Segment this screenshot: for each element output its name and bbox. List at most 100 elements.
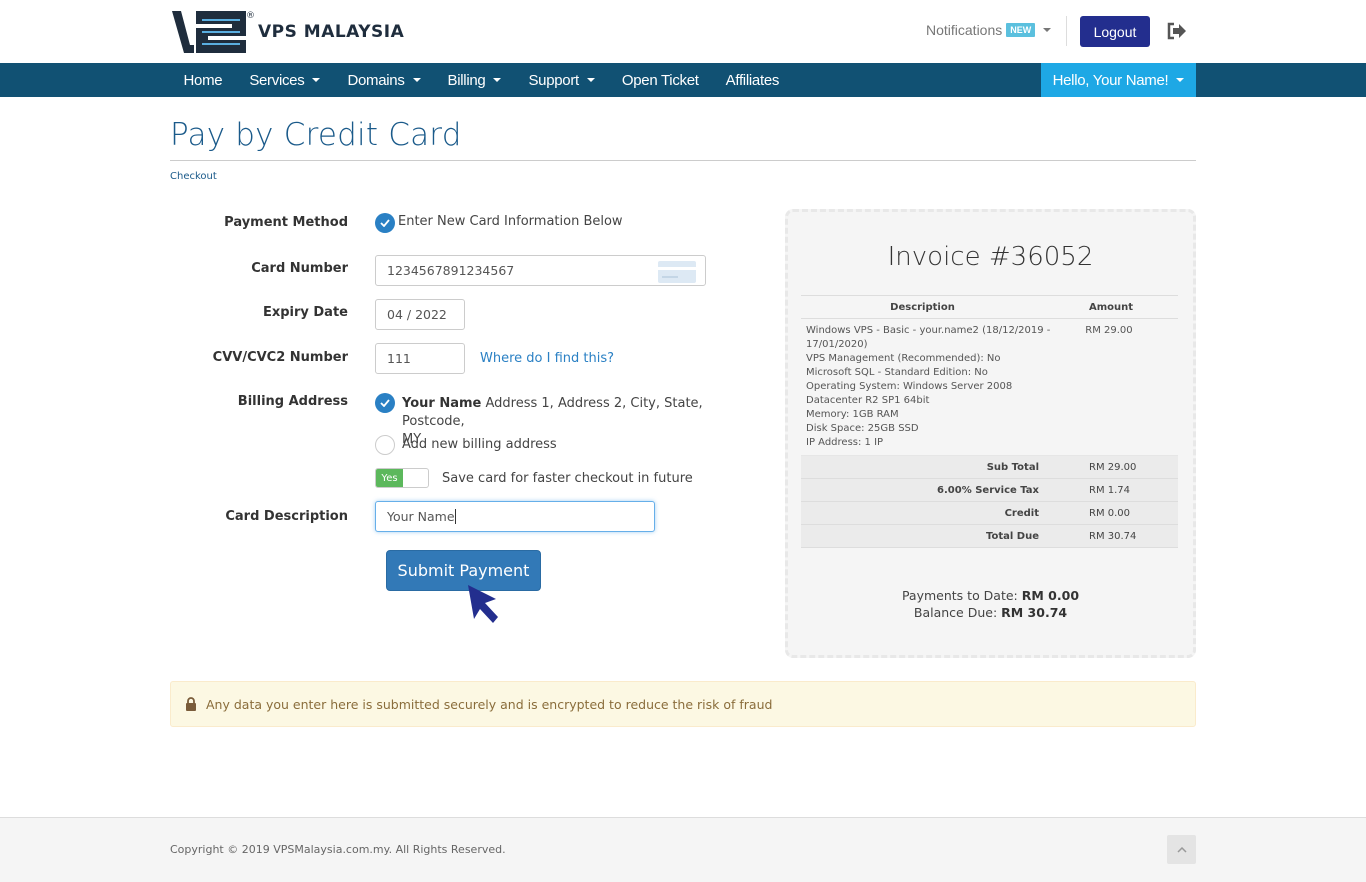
- total-label: 6.00% Service Tax: [937, 484, 1039, 496]
- expiry-date-input[interactable]: 04 / 2022: [375, 299, 465, 330]
- expiry-date-label: Expiry Date: [262, 305, 348, 320]
- logout-button[interactable]: Logout: [1080, 16, 1150, 47]
- credit-card-icon: [658, 261, 696, 283]
- invoice-total-row: Credit RM 0.00: [801, 502, 1178, 525]
- nav-menu: Home Services Domains Billing Support Open Ti…: [170, 63, 793, 97]
- chevron-up-icon: [1176, 846, 1187, 853]
- toggle-on-label: Yes: [376, 469, 403, 487]
- billing-address-label: Billing Address: [237, 394, 348, 409]
- column-description: Description: [890, 301, 955, 313]
- chevron-down-icon: [1176, 78, 1185, 82]
- column-amount: Amount: [1088, 301, 1134, 313]
- billing-new-option: Add new billing address: [402, 437, 557, 452]
- check-icon: [380, 219, 390, 227]
- billing-address-radio-existing[interactable]: [375, 393, 395, 413]
- main-navbar: Home Services Domains Billing Support Open Ti…: [0, 63, 1366, 97]
- chevron-down-icon: [493, 78, 502, 82]
- payment-method-radio[interactable]: [375, 213, 395, 233]
- lock-icon: [186, 697, 196, 711]
- payment-method-label: Payment Method: [224, 215, 348, 230]
- nav-item-affiliates[interactable]: Affiliates: [712, 63, 792, 97]
- header: ® VPS MALAYSIA Notifications NEW Logout: [0, 0, 1366, 63]
- nav-item-open-ticket[interactable]: Open Ticket: [608, 63, 712, 97]
- nav-item-label: Open Ticket: [621, 71, 699, 89]
- invoice-summary-panel: Invoice #36052 Description Amount Window…: [785, 209, 1196, 658]
- card-description-value: Your Name: [387, 509, 455, 524]
- back-to-top-button[interactable]: [1167, 835, 1196, 864]
- footer: Copyright © 2019 VPSMalaysia.com.my. All…: [0, 817, 1366, 882]
- expiry-date-value: 04 / 2022: [387, 307, 447, 322]
- card-number-input[interactable]: 1234567891234567: [375, 255, 706, 286]
- card-description-label: Card Description: [225, 509, 348, 524]
- total-value: RM 30.74: [1089, 530, 1137, 542]
- brand-name: VPS MALAYSIA: [258, 22, 405, 42]
- invoice-item-line: Disk Space: 25GB SSD: [806, 423, 919, 434]
- nav-item-label: Billing: [447, 71, 486, 89]
- new-badge: NEW: [1006, 23, 1036, 37]
- cvv-input[interactable]: 111: [375, 343, 465, 374]
- card-number-label: Card Number: [251, 261, 348, 276]
- submit-payment-button[interactable]: Submit Payment: [386, 550, 541, 591]
- nav-item-label: Services: [249, 71, 305, 89]
- total-value: RM 29.00: [1089, 461, 1137, 473]
- invoice-item-description: Windows VPS - Basic - your.name2 (18/12/…: [806, 324, 1085, 450]
- nav-item-home[interactable]: Home: [170, 63, 236, 97]
- cvv-value: 111: [387, 351, 411, 366]
- chevron-down-icon: [412, 78, 421, 82]
- invoice-item-line: Windows VPS - Basic - your.name2 (18/12/…: [806, 325, 1051, 336]
- invoice-totals: Sub Total RM 29.00 6.00% Service Tax RM 1.7…: [801, 456, 1178, 548]
- billing-name: Your Name: [402, 396, 482, 411]
- security-notice: Any data you enter here is submitted sec…: [170, 681, 1196, 727]
- card-number-value: 1234567891234567: [387, 263, 515, 278]
- svg-text:®: ®: [246, 11, 254, 21]
- breadcrumb-checkout[interactable]: Checkout: [170, 171, 217, 182]
- copyright-text: Copyright © 2019 VPSMalaysia.com.my. All…: [170, 843, 506, 856]
- nav-item-services[interactable]: Services: [236, 63, 334, 97]
- nav-item-support[interactable]: Support: [515, 63, 608, 97]
- chevron-down-icon: [586, 78, 595, 82]
- brand-logo[interactable]: ® VPS MALAYSIA: [172, 9, 404, 53]
- invoice-balance-summary: Payments to Date: RM 0.00 Balance Due: R…: [788, 587, 1193, 621]
- total-label: Sub Total: [986, 461, 1039, 473]
- total-value: RM 0.00: [1089, 507, 1131, 519]
- nav-item-domains[interactable]: Domains: [334, 63, 434, 97]
- user-menu[interactable]: Hello, Your Name!: [1041, 63, 1196, 97]
- nav-item-billing[interactable]: Billing: [434, 63, 515, 97]
- chevron-down-icon: [1043, 28, 1052, 32]
- invoice-item-line: Microsoft SQL - Standard Edition: No: [806, 367, 988, 378]
- nav-item-label: Home: [183, 71, 223, 89]
- invoice-item-line: Datacenter R2 SP1 64bit: [806, 395, 930, 406]
- header-divider: [1066, 16, 1067, 46]
- payments-to-date: Payments to Date: RM 0.00: [901, 588, 1080, 603]
- title-divider: [170, 160, 1196, 161]
- invoice-item-line: IP Address: 1 IP: [806, 437, 884, 448]
- text-caret: [454, 509, 456, 524]
- notifications-label: Notifications: [926, 22, 1003, 38]
- billing-address-radio-new[interactable]: [375, 435, 395, 455]
- invoice-item-line: 17/01/2020): [806, 339, 868, 350]
- invoice-item-line: Memory: 1GB RAM: [806, 409, 899, 420]
- save-card-text: Save card for faster checkout in future: [442, 471, 693, 486]
- invoice-line-item: Windows VPS - Basic - your.name2 (18/12/…: [801, 319, 1178, 456]
- vps-logo-icon: ®: [172, 11, 254, 53]
- check-icon: [380, 399, 390, 407]
- nav-item-label: Support: [528, 71, 579, 89]
- nav-item-label: Affiliates: [725, 71, 780, 89]
- save-card-toggle[interactable]: Yes: [375, 468, 429, 488]
- invoice-item-amount: RM 29.00: [1085, 325, 1133, 336]
- invoice-total-row: 6.00% Service Tax RM 1.74: [801, 479, 1178, 502]
- payment-method-option: Enter New Card Information Below: [398, 214, 623, 229]
- mouse-pointer-icon: [468, 585, 498, 623]
- nav-item-label: Domains: [347, 71, 405, 89]
- sign-out-icon[interactable]: [1167, 22, 1187, 40]
- invoice-total-row: Total Due RM 30.74: [801, 525, 1178, 548]
- card-description-input[interactable]: Your Name: [375, 501, 655, 532]
- chevron-down-icon: [312, 78, 321, 82]
- cvv-help-link[interactable]: Where do I find this?: [480, 351, 614, 366]
- balance-due: Balance Due: RM 30.74: [913, 605, 1068, 620]
- page-title: Pay by Credit Card: [170, 117, 462, 153]
- invoice-total-row: Sub Total RM 29.00: [801, 456, 1178, 479]
- notifications-menu[interactable]: Notifications NEW: [926, 22, 1052, 38]
- total-label: Total Due: [985, 530, 1039, 542]
- invoice-title: Invoice #36052: [887, 242, 1094, 272]
